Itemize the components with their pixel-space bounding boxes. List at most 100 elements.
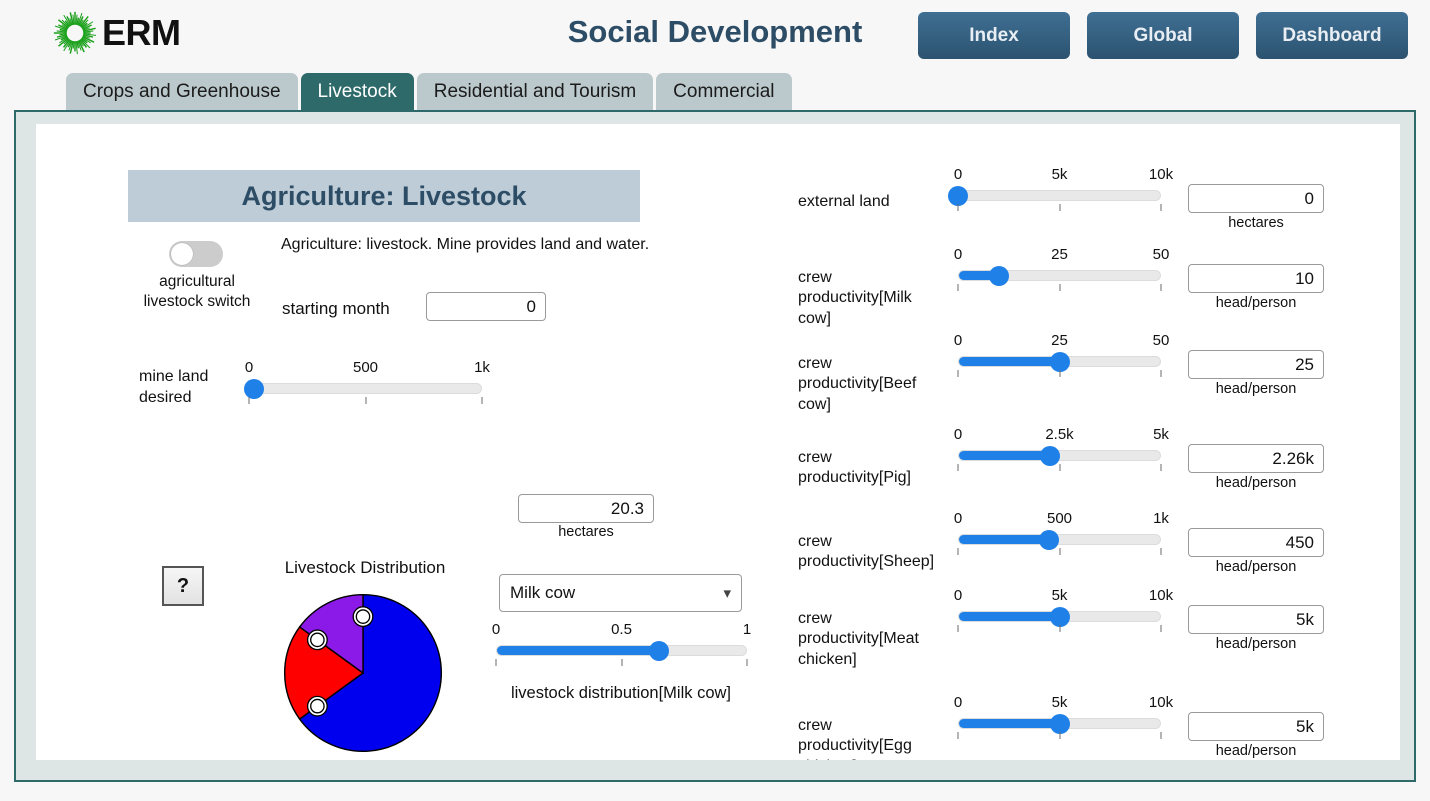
slider-tick-labels: 0 5k 10k: [954, 587, 1173, 607]
slider-tick-label: 5k: [1051, 694, 1068, 711]
livestock-type-dropdown[interactable]: Milk cow ▾: [499, 574, 742, 612]
slider-label: crew productivity[Milk cow]: [798, 269, 912, 327]
slider-thumb[interactable]: [988, 265, 1009, 286]
pie-svg[interactable]: [274, 582, 452, 760]
slider-tick-mark: [1160, 370, 1162, 377]
slider-unit-label: hectares: [1228, 215, 1284, 231]
pie-slice-handle-inner[interactable]: [310, 698, 325, 714]
global-button[interactable]: Global: [1087, 12, 1239, 59]
agricultural-livestock-switch[interactable]: [169, 241, 223, 267]
slider-track[interactable]: [958, 534, 1161, 545]
slider-unit-label: head/person: [1215, 295, 1297, 311]
slider-thumb[interactable]: [1039, 445, 1060, 466]
tab-commercial[interactable]: Commercial: [656, 73, 792, 110]
slider-tick-label: 0: [953, 166, 963, 183]
slider-value-input[interactable]: 25: [1188, 350, 1324, 379]
section-banner: Agriculture: Livestock: [128, 170, 640, 222]
slider-tick-labels: 0 25 50: [954, 246, 1170, 266]
slider-tick-label: 10k: [1148, 166, 1174, 183]
slider-tick-label: 0: [953, 332, 963, 349]
logo-wordmark: ERM: [102, 12, 181, 53]
livestock-distribution-pie-chart[interactable]: [274, 582, 452, 760]
app-header: ERM Social Development Index Global Dash…: [0, 0, 1430, 70]
slider-track[interactable]: [249, 383, 482, 394]
slider-label: crew productivity[Meat chicken]: [798, 610, 919, 668]
tab-residential-and-tourism[interactable]: Residential and Tourism: [416, 73, 654, 110]
starting-month-label: starting month: [282, 299, 390, 318]
dashboard-button[interactable]: Dashboard: [1256, 12, 1408, 59]
slider-unit-label: head/person: [1215, 743, 1297, 759]
slider-value-input[interactable]: 450: [1188, 528, 1324, 557]
pie-slice-handle-inner[interactable]: [355, 609, 371, 624]
slider-thumb[interactable]: [948, 185, 968, 206]
slider-tick-mark: [746, 659, 748, 666]
header-button-group: Index Global Dashboard: [918, 12, 1408, 59]
slider-label: crew productivity[Pig]: [798, 449, 911, 487]
slider-tick-labels: 0 25 50: [954, 332, 1170, 352]
slider-tick-label: 500: [1046, 510, 1073, 527]
slider-label: crew productivity[Sheep]: [798, 533, 935, 571]
slider-tick-mark: [957, 370, 959, 377]
slider-tick-mark: [957, 464, 959, 471]
slider-tick-mark: [1059, 204, 1060, 211]
slider-tick-label: 1k: [474, 359, 490, 376]
slider-tick-label: 25: [1051, 332, 1068, 349]
mine-land-desired-unit: hectares: [558, 524, 614, 540]
slider-value-input[interactable]: 10: [1188, 264, 1324, 293]
livestock-distribution-caption: livestock distribution[Milk cow]: [510, 684, 732, 702]
slider-thumb[interactable]: [1049, 713, 1070, 734]
slider-tick-mark: [1059, 732, 1060, 739]
tab-crops-and-greenhouse[interactable]: Crops and Greenhouse: [66, 73, 298, 110]
index-button[interactable]: Index: [918, 12, 1070, 59]
slider-tick-label: 0: [953, 510, 963, 527]
agricultural-livestock-switch-label: agricultural livestock switch: [143, 273, 251, 310]
slider-value-input[interactable]: 5k: [1188, 605, 1324, 634]
slider-tick-label: 10k: [1148, 694, 1174, 711]
slider-tick-label: 0: [953, 587, 963, 604]
pie-slice-handle-inner[interactable]: [310, 632, 325, 648]
slider-tick-labels: 0 2.5k 5k: [954, 426, 1169, 446]
slider-thumb[interactable]: [649, 640, 670, 661]
slider-tick-label: 1k: [1153, 510, 1169, 527]
slider-track[interactable]: [496, 645, 747, 656]
slider-label: crew productivity[Beef cow]: [798, 355, 917, 413]
slider-tick-mark: [957, 625, 959, 632]
slider-track[interactable]: [958, 190, 1161, 201]
help-button[interactable]: ?: [162, 566, 204, 606]
slider-fill: [959, 612, 1060, 621]
slider-tick-labels: 0 5k 10k: [954, 694, 1173, 714]
mine-land-desired-label: mine land desired: [139, 368, 209, 406]
slider-tick-label: 0: [244, 359, 254, 376]
slider-tick-mark: [1059, 464, 1060, 471]
dropdown-selected-value: Milk cow: [510, 583, 576, 602]
slider-value-input[interactable]: 0: [1188, 184, 1324, 213]
slider-thumb[interactable]: [1039, 529, 1060, 550]
sunburst-logo-icon: [53, 11, 97, 55]
slider-tick-mark: [957, 732, 959, 739]
slider-value-input[interactable]: 5k: [1188, 712, 1324, 741]
pie-chart-title: Livestock Distribution: [284, 558, 446, 577]
toggle-knob: [171, 243, 193, 265]
slider-tick-label: 2.5k: [1045, 426, 1074, 443]
slider-tick-mark: [1160, 548, 1162, 555]
slider-thumb[interactable]: [243, 378, 264, 399]
slider-tick-mark: [1160, 464, 1162, 471]
slider-fill: [497, 646, 659, 655]
starting-month-input[interactable]: 0: [426, 292, 546, 321]
slider-tick-label: 500: [352, 359, 379, 376]
slider-value-input[interactable]: 2.26k: [1188, 444, 1324, 473]
mine-land-desired-input[interactable]: 20.3: [518, 494, 654, 523]
slider-tick-mark: [957, 204, 959, 211]
slider-thumb[interactable]: [1049, 606, 1070, 627]
slider-tick-mark: [957, 548, 959, 555]
slider-fill: [959, 535, 1050, 544]
tab-livestock[interactable]: Livestock: [300, 73, 414, 110]
slider-label: external land: [798, 193, 890, 210]
slider-tick-labels: 0 5k 10k: [954, 166, 1173, 186]
slider-tick-mark: [957, 284, 959, 291]
livestock-form: Agriculture: Livestock agricultural live…: [36, 124, 1400, 760]
slider-unit-label: head/person: [1215, 381, 1297, 397]
slider-thumb[interactable]: [1049, 351, 1070, 372]
slider-tick-mark: [1160, 204, 1162, 211]
slider-tick-mark: [621, 659, 622, 666]
